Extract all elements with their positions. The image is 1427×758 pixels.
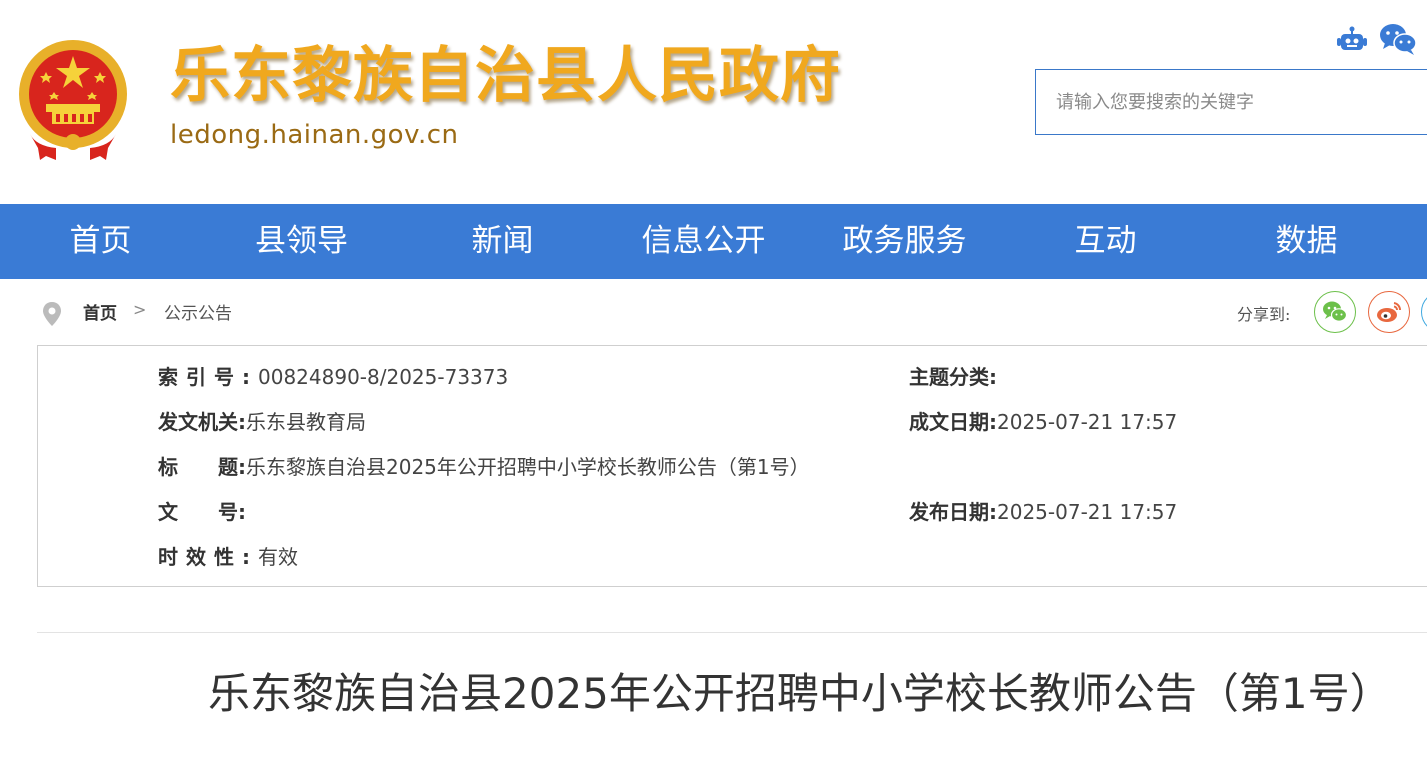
content-divider: [37, 632, 1427, 633]
info-issuer-value: 乐东县教育局: [246, 410, 366, 434]
info-publish-date-value: 2025-07-21 17:57: [997, 500, 1178, 524]
breadcrumb-current[interactable]: 公示公告: [164, 299, 232, 324]
search-input[interactable]: [1035, 69, 1427, 135]
article-title: 乐东黎族自治县2025年公开招聘中小学校长教师公告（第1号）: [208, 669, 1392, 718]
breadcrumb-separator: >: [133, 300, 147, 319]
nav-item-leaders[interactable]: 县领导: [201, 204, 402, 279]
site-title: 乐东黎族自治县人民政府: [170, 41, 841, 111]
info-topic-label: 主题分类:: [909, 365, 997, 389]
nav-item-interaction[interactable]: 互动: [1005, 204, 1206, 279]
share-weibo-button[interactable]: [1368, 291, 1410, 333]
info-index-value: 00824890-8/2025-73373: [258, 365, 509, 389]
info-publish-date-label: 发布日期:: [909, 500, 997, 524]
robot-icon[interactable]: [1337, 26, 1367, 54]
info-issuer-row: 发文机关:乐东县教育局: [158, 407, 366, 437]
info-title-value: 乐东黎族自治县2025年公开招聘中小学校长教师公告（第1号）: [246, 455, 810, 479]
info-index-row: 索引号:00824890-8/2025-73373: [158, 362, 508, 392]
nav-item-gov-services[interactable]: 政务服务: [804, 204, 1005, 279]
top-icons: [1327, 22, 1427, 58]
info-title-label: 标 题:: [158, 455, 246, 479]
info-validity-value: 有效: [258, 545, 298, 569]
info-index-label: 索引号:: [158, 365, 258, 389]
info-title-row: 标 题:乐东黎族自治县2025年公开招聘中小学校长教师公告（第1号）: [158, 452, 810, 482]
share-icon: [1422, 292, 1427, 332]
site-domain: ledong.hainan.gov.cn: [170, 120, 459, 150]
info-topic-row: 主题分类:: [909, 362, 997, 392]
info-doc-no-row: 文 号:: [158, 497, 246, 527]
document-info-box: 索引号:00824890-8/2025-73373 主题分类: 发文机关:乐东县…: [37, 345, 1427, 587]
weibo-icon: [1377, 302, 1402, 322]
info-validity-row: 时效性:有效: [158, 542, 298, 572]
wechat-icon: [1323, 301, 1348, 322]
share-more-button[interactable]: [1421, 291, 1427, 333]
national-emblem-icon: [19, 40, 127, 160]
info-written-date-row: 成文日期:2025-07-21 17:57: [909, 407, 1177, 437]
main-nav: 首页 县领导 新闻 信息公开 政务服务 互动 数据: [0, 204, 1427, 279]
breadcrumb-home[interactable]: 首页: [83, 299, 117, 324]
nav-item-info-disclosure[interactable]: 信息公开: [603, 204, 804, 279]
share-label: 分享到:: [1237, 305, 1291, 324]
location-pin-icon: [43, 302, 61, 326]
wechat-icon[interactable]: [1379, 22, 1417, 56]
info-validity-label: 时效性:: [158, 545, 258, 569]
nav-item-news[interactable]: 新闻: [402, 204, 603, 279]
info-doc-no-label: 文 号:: [158, 500, 246, 524]
nav-item-data[interactable]: 数据: [1206, 204, 1407, 279]
info-written-date-value: 2025-07-21 17:57: [997, 410, 1178, 434]
info-issuer-label: 发文机关:: [158, 410, 246, 434]
nav-item-home[interactable]: 首页: [0, 204, 201, 279]
site-header: 乐东黎族自治县人民政府 ledong.hainan.gov.cn: [0, 0, 1427, 204]
share-wechat-button[interactable]: [1314, 291, 1356, 333]
breadcrumb-row: 首页 > 公示公告 分享到:: [0, 279, 1427, 345]
info-written-date-label: 成文日期:: [909, 410, 997, 434]
info-publish-date-row: 发布日期:2025-07-21 17:57: [909, 497, 1177, 527]
